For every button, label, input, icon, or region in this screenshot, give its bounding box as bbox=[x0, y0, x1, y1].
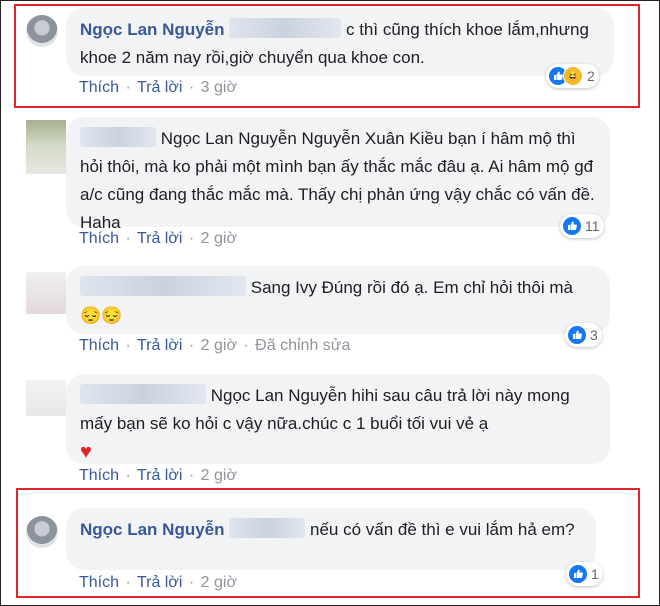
avatar[interactable] bbox=[26, 120, 66, 174]
dot-separator: · bbox=[188, 337, 195, 354]
comment-bubble: Ngọc Lan Nguyễn Nguyễn Xuân Kiều bạn í h… bbox=[66, 117, 610, 232]
comment-bubble: Sang Ivy Đúng rồi đó ạ. Em chỉ hỏi thôi … bbox=[66, 266, 610, 334]
comment-actions: Thích · Trả lời · 2 giờ bbox=[79, 230, 239, 248]
reply-link[interactable]: Trả lời bbox=[137, 467, 182, 484]
redacted-name bbox=[80, 127, 156, 147]
heart-icon: ♥ bbox=[80, 441, 92, 463]
timestamp[interactable]: 2 giờ bbox=[201, 337, 237, 354]
like-reaction-icon bbox=[568, 326, 586, 344]
comment-actions: Thích · Trả lời · 2 giờ bbox=[79, 467, 239, 485]
edited-label[interactable]: Đã chỉnh sửa bbox=[255, 337, 350, 354]
like-link[interactable]: Thích bbox=[79, 467, 119, 484]
reaction-count: 11 bbox=[585, 218, 600, 234]
reaction-count: 3 bbox=[590, 327, 598, 343]
dot-separator: · bbox=[125, 337, 131, 354]
redacted-name bbox=[80, 384, 206, 404]
dot-separator: · bbox=[125, 230, 131, 247]
comment-actions: Thích · Trả lời · 2 giờ · Đã chỉnh sửa bbox=[79, 337, 352, 355]
timestamp[interactable]: 2 giờ bbox=[201, 467, 237, 484]
highlight-box bbox=[14, 4, 640, 108]
dot-separator: · bbox=[125, 467, 131, 484]
avatar[interactable] bbox=[26, 272, 66, 314]
reply-link[interactable]: Trả lời bbox=[137, 230, 182, 247]
dot-separator: · bbox=[188, 467, 195, 484]
reaction-summary[interactable]: 11 bbox=[560, 214, 604, 238]
dot-separator: · bbox=[188, 230, 195, 247]
dot-separator: · bbox=[243, 337, 249, 354]
comment-bubble: Ngọc Lan Nguyễn hihi sau câu trả lời này… bbox=[66, 374, 610, 464]
comment-text: Ngọc Lan Nguyễn Nguyễn Xuân Kiều bạn í h… bbox=[80, 129, 595, 232]
redacted-name bbox=[80, 276, 246, 296]
like-link[interactable]: Thích bbox=[79, 230, 119, 247]
timestamp[interactable]: 2 giờ bbox=[201, 230, 237, 247]
reply-link[interactable]: Trả lời bbox=[137, 337, 182, 354]
reaction-summary[interactable]: 3 bbox=[565, 323, 602, 347]
avatar[interactable] bbox=[26, 380, 66, 416]
highlight-box bbox=[16, 488, 640, 598]
like-link[interactable]: Thích bbox=[79, 337, 119, 354]
like-reaction-icon bbox=[563, 217, 581, 235]
